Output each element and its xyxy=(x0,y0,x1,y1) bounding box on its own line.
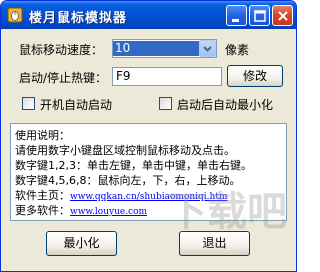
modify-hotkey-button[interactable]: 修改 xyxy=(227,65,283,87)
window-title: 楼月鼠标模拟器 xyxy=(29,11,128,26)
instructions-line-1: 请使用数字小键盘区域控制鼠标移动及点击。 xyxy=(15,144,235,157)
instructions-line-2: 数字键1,2,3：单击左键，单击中键，单击右键。 xyxy=(15,159,252,172)
hotkey-field[interactable]: F9 xyxy=(112,67,222,86)
autostart-label: 开机自动启动 xyxy=(40,98,113,112)
maximize-window-button[interactable] xyxy=(249,5,270,26)
more-software-label: 更多软件： xyxy=(15,204,70,217)
speed-dropdown-button[interactable] xyxy=(199,40,216,57)
instructions-heading: 使用说明： xyxy=(15,129,70,142)
speed-unit-label: 像素 xyxy=(225,43,250,57)
watermark-logo: 下载吧 xyxy=(167,189,287,235)
minimize-after-start-checkbox[interactable] xyxy=(159,97,172,110)
homepage-label: 软件主页： xyxy=(15,189,70,202)
app-window: 楼月鼠标模拟器 鼠标移动速度： 10 像素 启动/停止热键： F9 修改 开机自… xyxy=(0,0,297,272)
minimize-window-button[interactable] xyxy=(226,5,247,26)
exit-button[interactable]: 退出 xyxy=(179,231,250,256)
title-bar[interactable]: 楼月鼠标模拟器 xyxy=(1,1,296,29)
minimize-after-start-label: 启动后自动最小化 xyxy=(177,98,274,112)
hotkey-label: 启动/停止热键： xyxy=(19,71,108,85)
speed-label: 鼠标移动速度： xyxy=(19,43,104,57)
speed-select[interactable]: 10 xyxy=(112,39,217,58)
more-software-row: 更多软件：www.louyue.com xyxy=(15,202,147,218)
minimize-button[interactable]: 最小化 xyxy=(46,231,117,256)
chevron-down-icon xyxy=(200,41,215,60)
speed-select-value: 10 xyxy=(113,41,199,56)
autostart-checkbox[interactable] xyxy=(22,97,35,110)
client-area: 鼠标移动速度： 10 像素 启动/停止热键： F9 修改 开机自动启动 启动后自… xyxy=(4,29,293,269)
mouse-app-icon xyxy=(7,7,23,23)
more-software-link[interactable]: www.louyue.com xyxy=(70,207,147,217)
close-window-button[interactable] xyxy=(272,5,293,26)
